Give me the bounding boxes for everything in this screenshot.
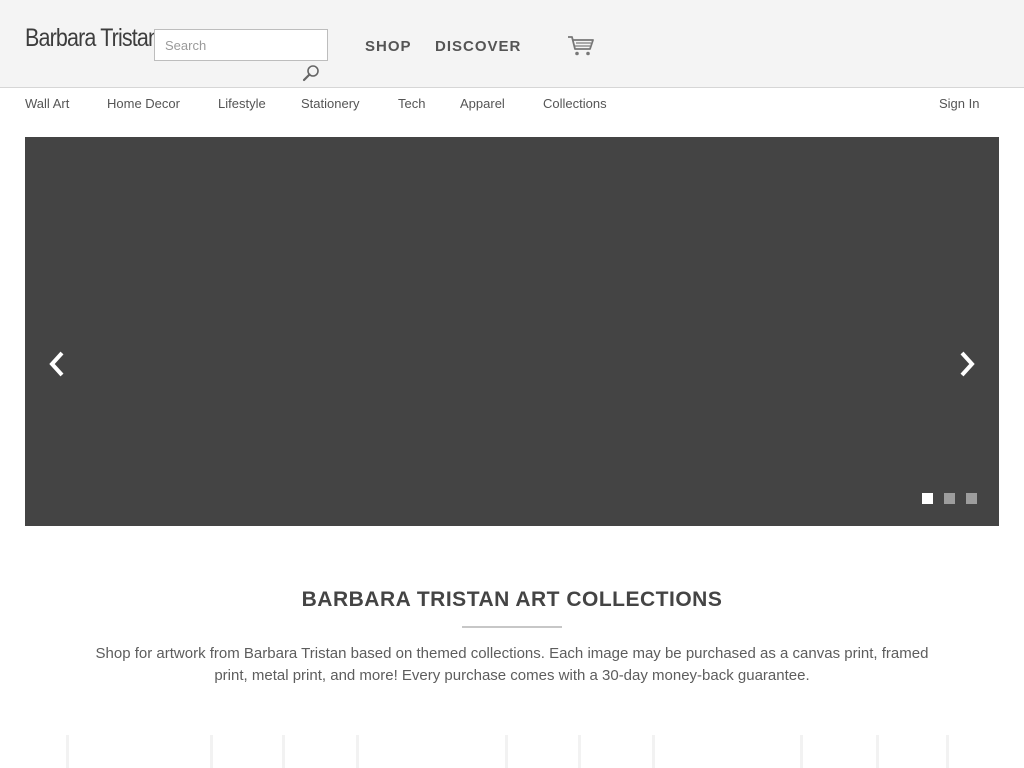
nav-shop[interactable]: SHOP [365, 38, 412, 55]
chevron-left-icon[interactable] [45, 349, 71, 379]
hero-slider [25, 137, 999, 526]
collection-thumbnail-edge [946, 735, 949, 768]
cart-icon[interactable] [567, 35, 595, 57]
category-lifestyle[interactable]: Lifestyle [218, 96, 266, 111]
site-header: Barbara Tristan SHOP DISCOVER [0, 0, 1024, 88]
collection-thumbnail-edge [652, 735, 655, 768]
collection-thumbnail-edge [578, 735, 581, 768]
search-icon[interactable] [302, 64, 320, 82]
category-wall-art[interactable]: Wall Art [25, 96, 69, 111]
slide-dot-2[interactable] [944, 493, 955, 504]
collection-thumbnail-edge [876, 735, 879, 768]
collection-thumbnail-edge [66, 735, 69, 768]
collection-thumbnail-edge [505, 735, 508, 768]
chevron-right-icon[interactable] [953, 349, 979, 379]
slide-dot-3[interactable] [966, 493, 977, 504]
category-tech[interactable]: Tech [398, 96, 425, 111]
collection-thumbnail-edge [800, 735, 803, 768]
nav-discover[interactable]: DISCOVER [435, 38, 521, 55]
category-nav: Wall Art Home Decor Lifestyle Stationery… [0, 89, 1024, 121]
category-apparel[interactable]: Apparel [460, 96, 505, 111]
site-logo[interactable]: Barbara Tristan [25, 24, 160, 53]
heading-divider [462, 626, 562, 628]
category-home-decor[interactable]: Home Decor [107, 96, 180, 111]
collection-thumbnail-edge [356, 735, 359, 768]
collection-thumbnail-edge [282, 735, 285, 768]
collection-thumbnail-edge [210, 735, 213, 768]
collections-description: Shop for artwork from Barbara Tristan ba… [95, 645, 929, 684]
slide-dot-1[interactable] [922, 493, 933, 504]
category-stationery[interactable]: Stationery [301, 96, 360, 111]
search-input[interactable] [154, 29, 328, 61]
collections-heading: BARBARA TRISTAN ART COLLECTIONS [301, 588, 723, 611]
category-collections[interactable]: Collections [543, 96, 607, 111]
sign-in-link[interactable]: Sign In [939, 96, 979, 111]
